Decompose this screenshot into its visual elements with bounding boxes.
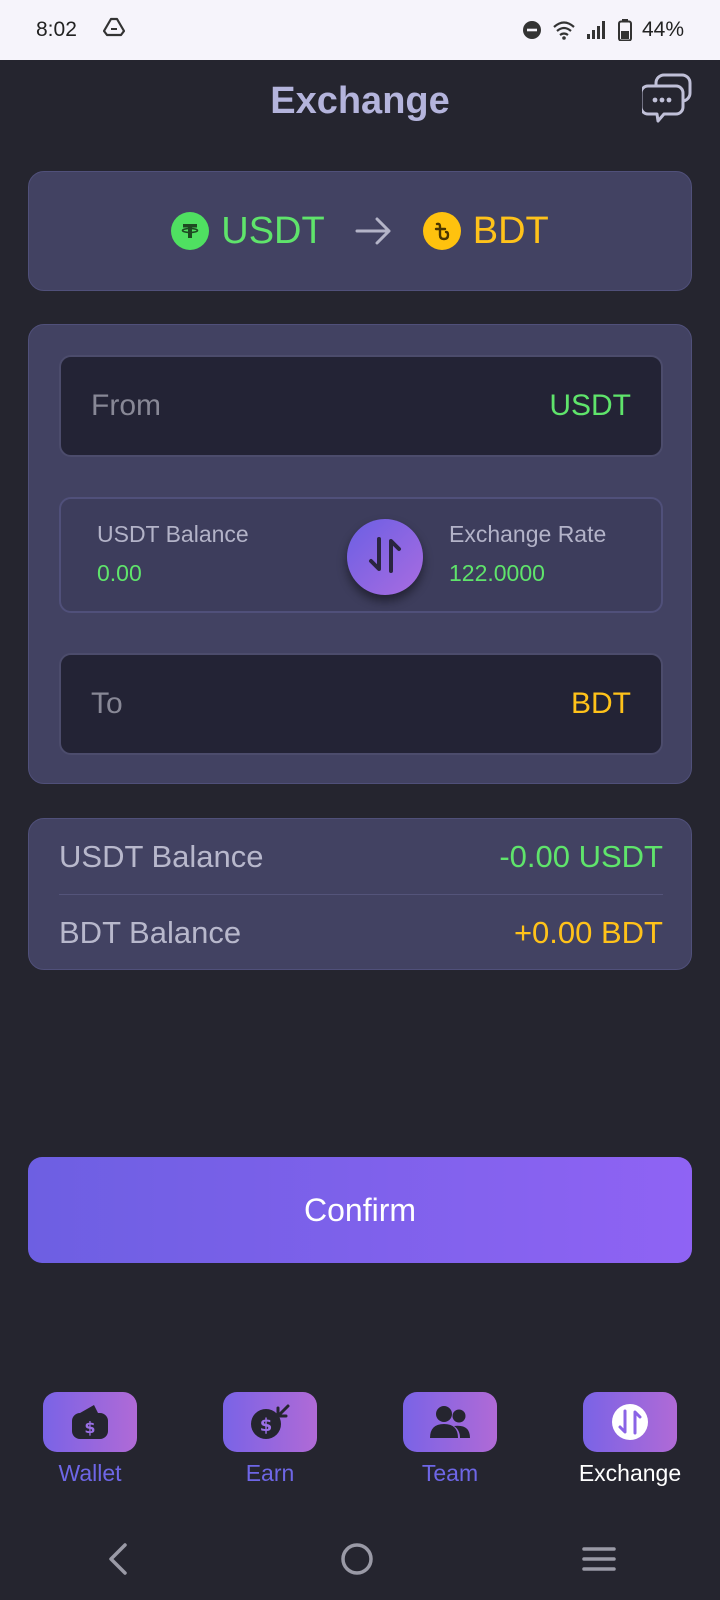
swap-button[interactable] [347, 519, 423, 595]
app-header: Exchange [0, 60, 720, 142]
drive-icon [102, 17, 125, 43]
pair-to-code: BDT [472, 209, 549, 252]
nav-item-team[interactable]: Team [390, 1392, 510, 1487]
to-field[interactable]: To BDT [59, 653, 663, 755]
svg-text:$: $ [84, 1418, 95, 1437]
battery-icon [617, 19, 632, 41]
nav-label: Earn [245, 1460, 295, 1486]
nav-label: Team [421, 1460, 479, 1486]
balance-summary-card: USDT Balance -0.00 USDT BDT Balance +0.0… [28, 818, 692, 970]
bottom-nav: $ Wallet $ Earn Team Exchange [0, 1392, 720, 1502]
nav-item-exchange[interactable]: Exchange [570, 1392, 690, 1487]
svg-text:$: $ [260, 1415, 273, 1436]
chat-bubbles-icon[interactable] [639, 72, 694, 124]
confirm-button[interactable]: Confirm [28, 1157, 692, 1263]
from-currency: USDT [549, 389, 631, 422]
exchange-icon [583, 1392, 677, 1452]
status-time: 8:02 [36, 18, 77, 41]
to-label: To [91, 687, 123, 720]
wifi-icon [552, 20, 576, 40]
balance-row-usdt: USDT Balance -0.00 USDT [59, 819, 663, 895]
from-field[interactable]: From USDT [59, 355, 663, 457]
tether-coin-icon [171, 212, 210, 250]
pair-from-code: USDT [221, 209, 325, 252]
wallet-icon: $ [43, 1392, 137, 1452]
rate-info-value: 122.0000 [449, 560, 545, 586]
balance-row-bdt: BDT Balance +0.00 BDT [59, 895, 663, 971]
taka-coin-icon [422, 212, 461, 250]
dnd-icon [522, 20, 542, 40]
balance-row-value: +0.00 BDT [513, 915, 663, 950]
nav-label: Exchange [578, 1460, 682, 1486]
back-icon[interactable] [103, 1541, 133, 1577]
currency-pair-card: USDT BDT [28, 171, 692, 291]
from-label: From [91, 389, 161, 422]
to-currency: BDT [571, 687, 631, 720]
balance-row-value: -0.00 USDT [499, 838, 663, 874]
balance-row-label: BDT Balance [59, 915, 242, 950]
balance-info-value: 0.00 [97, 560, 142, 586]
swap-arrows-icon [367, 535, 403, 580]
page-title: Exchange [270, 79, 450, 122]
system-nav-bar [0, 1518, 720, 1600]
nav-item-earn[interactable]: $ Earn [210, 1392, 330, 1487]
status-bar: 8:02 44% [0, 0, 720, 60]
nav-label: Wallet [58, 1460, 122, 1486]
money-bag-icon: $ [223, 1392, 317, 1452]
home-icon[interactable] [339, 1541, 375, 1577]
balance-info-label: USDT Balance [97, 521, 249, 547]
nav-item-wallet[interactable]: $ Wallet [30, 1392, 150, 1487]
signal-icon [586, 20, 608, 40]
battery-percent: 44% [641, 18, 684, 41]
balance-row-label: USDT Balance [59, 838, 264, 874]
rate-info: Exchange Rate 122.0000 [449, 521, 606, 587]
rate-info-label: Exchange Rate [449, 521, 607, 547]
recents-menu-icon[interactable] [581, 1544, 617, 1574]
team-icon [403, 1392, 497, 1452]
exchange-form-card: From USDT USDT Balance 0.00 Exchange Rat… [28, 324, 692, 784]
arrow-right-icon [355, 216, 393, 246]
balance-info: USDT Balance 0.00 [97, 521, 249, 587]
